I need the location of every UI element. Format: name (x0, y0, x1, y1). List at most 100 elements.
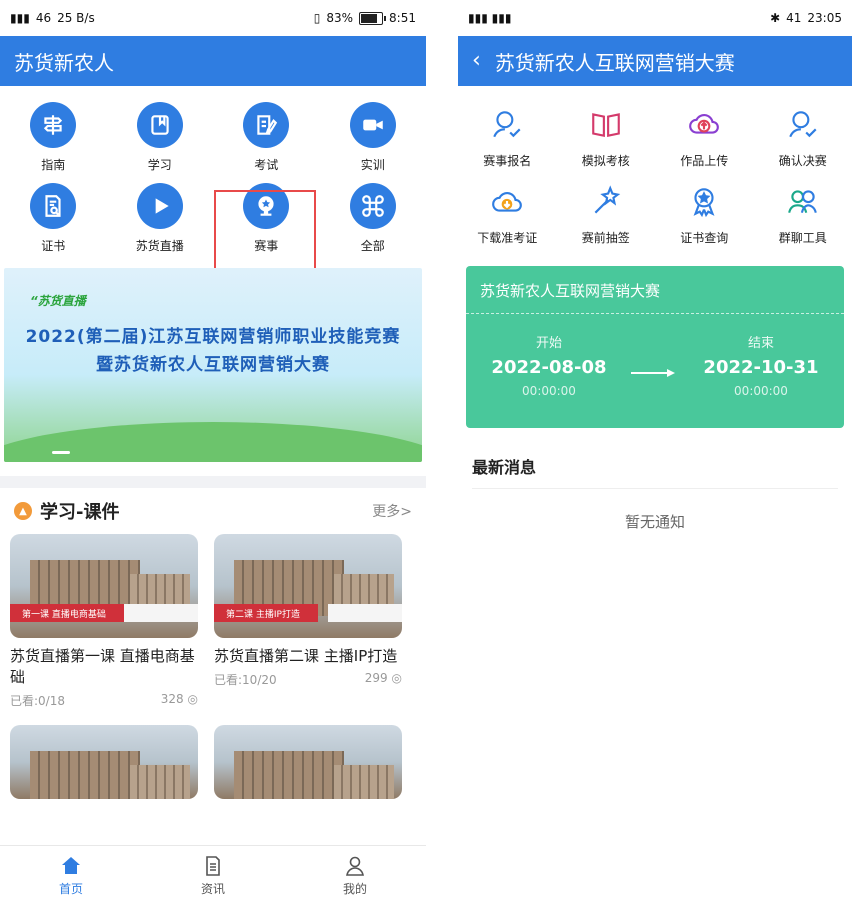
tool-label: 证书查询 (680, 231, 729, 245)
cloud-upload-icon (686, 106, 722, 142)
left-screen: ▮▮▮ 46 25 B/s ▯ 83% 8:51 苏货新农人 指南 学习 考试 … (0, 0, 426, 904)
cloud-download-icon (489, 183, 525, 219)
course-title: 苏货直播第二课 主播IP打造 (214, 647, 398, 665)
banner-title-line1: 2022(第二届)江苏互联网营销师职业技能竞赛 (25, 327, 401, 347)
more-link[interactable]: 更多> (372, 501, 412, 521)
app-bar: 苏货新农人 (0, 36, 426, 86)
battery-icon (359, 11, 387, 25)
bluetooth-icon: ✱ (770, 11, 781, 25)
grid-label: 证书 (41, 239, 66, 253)
banner-hill (4, 422, 422, 462)
video-camera-icon (349, 102, 396, 148)
award-icon (686, 183, 722, 219)
graduation-cap-icon: ▲ (14, 502, 32, 520)
grid-item-live[interactable]: 苏货直播 (107, 183, 214, 254)
arrow-right-icon (631, 369, 675, 377)
tool-label: 下载准考证 (477, 231, 538, 245)
view-count: 299 (364, 671, 388, 685)
course-ribbon: 第一课 直播电商基础 (10, 604, 124, 622)
tool-label: 模拟考核 (581, 154, 630, 168)
nav-label: 我的 (342, 881, 367, 896)
course-thumbnail (10, 725, 198, 799)
end-date: 2022-10-31 (703, 357, 819, 378)
tool-mock-exam[interactable]: 模拟考核 (557, 106, 656, 169)
right-screen: ▮▮▮ ▮▮▮ ✱ 41 23:05 ‹ 苏货新农人互联网营销大赛 赛事报名 模… (458, 0, 852, 904)
signal-icon: ▮▮▮ ▮▮▮ (468, 11, 512, 25)
tool-admission-ticket[interactable]: 下载准考证 (458, 183, 557, 246)
grid-item-exam[interactable]: 考试 (213, 102, 320, 173)
person-check-icon (489, 106, 525, 142)
eye-icon: ◎ (391, 671, 402, 685)
grid-item-all[interactable]: 全部 (320, 183, 427, 254)
battery-percent: 83% (326, 11, 354, 25)
tool-label: 赛事报名 (483, 154, 532, 168)
certificate-search-icon (30, 183, 77, 229)
open-book-icon (588, 106, 624, 142)
app-bar: ‹ 苏货新农人互联网营销大赛 (458, 36, 852, 86)
contest-tools-grid: 赛事报名 模拟考核 作品上传 确认决赛 下载准考证 赛前抽签 证书查询 群聊工具 (458, 86, 852, 252)
promo-banner[interactable]: “苏货直播 2022(第二届)江苏互联网营销师职业技能竞赛 暨苏货新农人互联网营… (4, 268, 422, 462)
bottom-navigation: 首页 资讯 我的 (0, 845, 426, 904)
group-icon (785, 183, 821, 219)
battery-level: 41 (786, 11, 802, 25)
grid-item-training[interactable]: 实训 (320, 102, 427, 173)
course-progress: 已看:0/18 (10, 694, 65, 708)
eye-icon: ◎ (187, 692, 198, 706)
back-chevron-icon[interactable]: ‹ (472, 50, 481, 72)
play-icon (136, 183, 183, 229)
tool-label: 赛前抽签 (581, 231, 630, 245)
grid-label: 学习 (147, 158, 172, 172)
news-section: 最新消息 暂无通知 (458, 454, 852, 532)
grid-item-certificate[interactable]: 证书 (0, 183, 107, 254)
magic-wand-icon (588, 183, 624, 219)
nav-label: 首页 (58, 881, 83, 896)
document-icon (206, 855, 220, 876)
person-check-icon (785, 106, 821, 142)
course-card[interactable] (10, 725, 198, 799)
grid-label: 指南 (41, 158, 66, 172)
status-bar: ▮▮▮ 46 25 B/s ▯ 83% 8:51 (0, 0, 426, 36)
course-thumbnail (214, 725, 402, 799)
course-card[interactable] (214, 725, 402, 799)
contest-end: 结束 2022-10-31 00:00:00 (686, 332, 836, 398)
carousel-indicator (52, 451, 70, 454)
nav-news[interactable]: 资讯 (201, 854, 225, 897)
clock: 23:05 (807, 11, 842, 25)
course-card[interactable]: 第二课 主播IP打造 苏货直播第二课 主播IP打造 已看:10/20 299 ◎ (214, 534, 402, 709)
end-label: 结束 (747, 336, 774, 351)
course-list: 第一课 直播电商基础 苏货直播第一课 直播电商基础 已看:0/18 328 ◎ … (0, 534, 426, 799)
tool-certificate-query[interactable]: 证书查询 (655, 183, 754, 246)
grid-label: 苏货直播 (135, 239, 184, 253)
start-label: 开始 (535, 336, 562, 351)
nav-home[interactable]: 首页 (59, 854, 83, 897)
wifi-speed: 25 B/s (57, 11, 95, 25)
grid-item-study[interactable]: 学习 (107, 102, 214, 173)
nav-me[interactable]: 我的 (343, 854, 367, 897)
edit-paper-icon (243, 102, 290, 148)
status-bar: ▮▮▮ ▮▮▮ ✱ 41 23:05 (458, 0, 852, 36)
nav-label: 资讯 (200, 881, 225, 896)
end-time: 00:00:00 (734, 384, 788, 398)
grid-label: 实训 (360, 158, 385, 172)
course-card[interactable]: 第一课 直播电商基础 苏货直播第一课 直播电商基础 已看:0/18 328 ◎ (10, 534, 198, 709)
tool-upload[interactable]: 作品上传 (655, 106, 754, 169)
highlight-box (214, 190, 316, 280)
contest-card[interactable]: 苏货新农人互联网营销大赛 开始 2022-08-08 00:00:00 结束 2… (466, 266, 844, 428)
tool-confirm-final[interactable]: 确认决赛 (754, 106, 852, 169)
tool-register[interactable]: 赛事报名 (458, 106, 557, 169)
feature-grid: 指南 学习 考试 实训 证书 苏货直播 赛事 全部 (0, 86, 426, 254)
news-title: 最新消息 (472, 454, 838, 489)
tool-group-chat[interactable]: 群聊工具 (754, 183, 852, 246)
tool-draw-lots[interactable]: 赛前抽签 (557, 183, 656, 246)
network-type: 46 (35, 11, 52, 25)
grid-item-guide[interactable]: 指南 (0, 102, 107, 173)
section-divider (0, 476, 426, 488)
book-icon (136, 102, 183, 148)
course-thumbnail: 第一课 直播电商基础 (10, 534, 198, 638)
app-title: 苏货新农人 (14, 50, 114, 75)
clock: 8:51 (389, 11, 416, 25)
banner-brand: “苏货直播 (30, 294, 86, 308)
course-thumbnail: 第二课 主播IP打造 (214, 534, 402, 638)
signpost-icon (30, 102, 77, 148)
section-header: ▲ 学习-课件 更多> (0, 488, 426, 534)
